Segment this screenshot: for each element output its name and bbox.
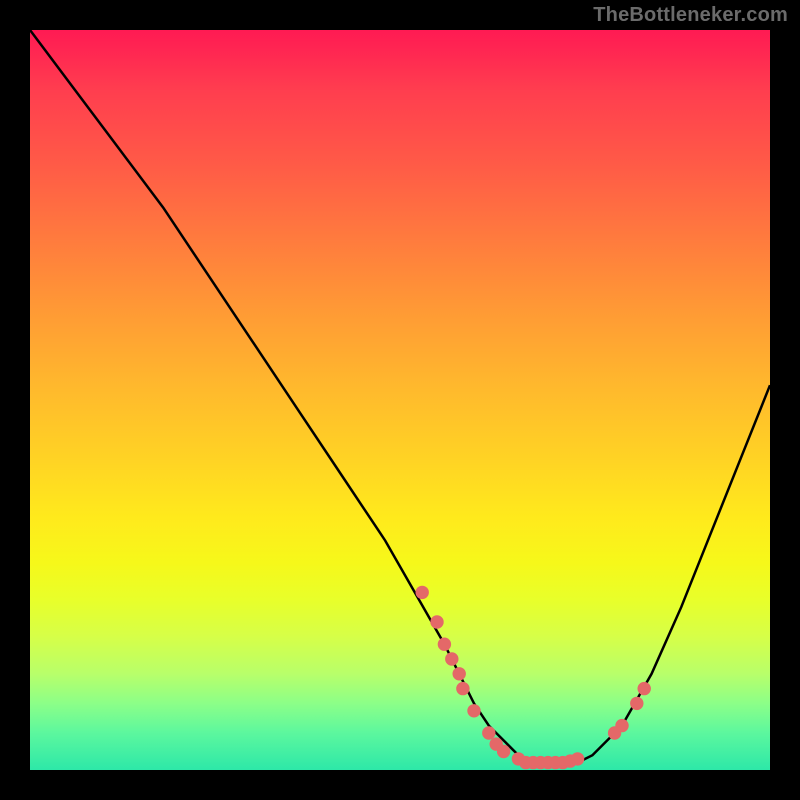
watermark-text: TheBottleneker.com: [593, 4, 788, 27]
gpu-marker: [456, 682, 469, 695]
gpu-marker: [571, 752, 584, 765]
gpu-marker: [430, 615, 443, 628]
gpu-marker: [445, 652, 458, 665]
chart-frame: TheBottleneker.com: [0, 0, 800, 800]
gpu-marker: [453, 667, 466, 680]
gpu-marker: [638, 682, 651, 695]
gpu-marker: [416, 586, 429, 599]
gpu-marker: [615, 719, 628, 732]
gpu-marker: [438, 638, 451, 651]
gpu-markers: [416, 586, 651, 770]
bottleneck-curve: [30, 30, 770, 763]
gpu-marker: [467, 704, 480, 717]
gpu-marker: [482, 726, 495, 739]
gpu-marker: [497, 745, 510, 758]
gpu-marker: [630, 697, 643, 710]
chart-svg: [30, 30, 770, 770]
